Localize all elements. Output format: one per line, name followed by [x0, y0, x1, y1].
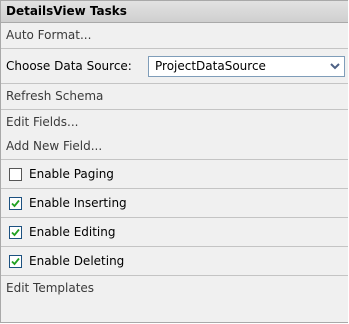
enable-paging-checkbox[interactable] — [9, 167, 22, 181]
panel-title: DetailsView Tasks — [1, 1, 348, 23]
checkmark-icon — [11, 257, 20, 265]
details-view-tasks-panel: DetailsView Tasks Auto Format... Choose … — [0, 0, 348, 323]
edit-fields-link[interactable]: Edit Fields... — [1, 110, 348, 134]
choose-data-source-label: Choose Data Source: — [6, 59, 132, 73]
refresh-schema-link[interactable]: Refresh Schema — [1, 84, 348, 109]
option-enable-inserting[interactable]: Enable Inserting — [1, 189, 348, 217]
edit-templates-link[interactable]: Edit Templates — [1, 276, 348, 301]
enable-inserting-checkbox[interactable] — [9, 196, 22, 210]
enable-editing-checkbox[interactable] — [9, 225, 22, 239]
checkmark-icon — [11, 199, 20, 207]
enable-deleting-checkbox[interactable] — [9, 254, 22, 268]
enable-deleting-label: Enable Deleting — [29, 254, 125, 268]
checkmark-icon — [11, 228, 20, 236]
data-source-value: ProjectDataSource — [155, 58, 266, 73]
enable-editing-label: Enable Editing — [29, 225, 116, 239]
data-source-select[interactable]: ProjectDataSource — [148, 55, 345, 77]
choose-data-source-row: Choose Data Source: ProjectDataSource — [1, 49, 348, 83]
option-enable-paging[interactable]: Enable Paging — [1, 160, 348, 188]
option-enable-deleting[interactable]: Enable Deleting — [1, 247, 348, 275]
auto-format-link[interactable]: Auto Format... — [1, 23, 348, 48]
enable-inserting-label: Enable Inserting — [29, 196, 127, 210]
chevron-down-icon[interactable] — [326, 58, 343, 75]
option-enable-editing[interactable]: Enable Editing — [1, 218, 348, 246]
add-new-field-link[interactable]: Add New Field... — [1, 134, 348, 159]
enable-paging-label: Enable Paging — [29, 167, 114, 181]
